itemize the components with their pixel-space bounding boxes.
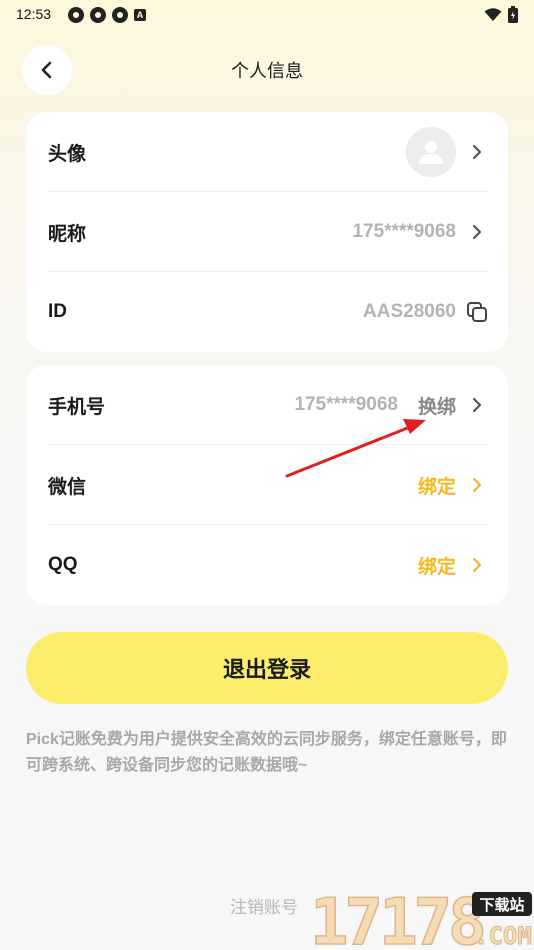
wechat-row[interactable]: 微信 绑定 [48,445,488,525]
profile-card: 头像 昵称 175****9068 ID AAS28060 [26,112,508,352]
phone-value: 175****9068 [294,394,398,415]
bind-wechat-button[interactable]: 绑定 [418,472,456,499]
copy-icon[interactable] [466,301,488,323]
cancel-account-link[interactable]: 注销账号 [230,893,298,918]
battery-icon [508,6,518,23]
status-notification-icons: A [68,7,146,23]
qq-row[interactable]: QQ 绑定 [48,525,488,605]
bind-qq-button[interactable]: 绑定 [418,552,456,579]
nickname-row[interactable]: 昵称 175****9068 [48,192,488,272]
watermark-tag: 下载站 [479,896,524,914]
avatar-label: 头像 [48,143,87,165]
user-icon [419,141,443,164]
watermark-number: 17178 [310,886,483,950]
notification-a-icon: A [134,9,146,21]
nickname-value: 175****9068 [352,221,456,242]
status-system-icons [484,6,518,23]
account-binding-card: 手机号 175****9068 换绑 微信 绑定 QQ 绑定 [26,365,508,605]
logout-button[interactable]: 退出登录 [26,632,508,704]
notification-app-icon [68,7,84,23]
avatar[interactable] [406,127,456,177]
qq-label: QQ [48,554,78,575]
chevron-right-icon [466,141,488,163]
status-bar: 12:53 A [0,0,534,30]
notification-app-icon [112,7,128,23]
notification-app-icon [90,7,106,23]
chevron-right-icon [466,221,488,243]
chevron-right-icon [466,394,488,416]
id-label: ID [48,301,67,322]
site-watermark-logo: 17178 下载站 .COM [309,885,532,950]
page-title: 个人信息 [231,61,303,81]
id-value: AAS28060 [363,301,456,322]
watermark-domain: .COM [474,922,532,950]
rebind-phone-button[interactable]: 换绑 [418,392,456,419]
avatar-row[interactable]: 头像 [48,112,488,192]
nickname-label: 昵称 [48,223,87,245]
phone-label: 手机号 [48,396,106,418]
phone-row[interactable]: 手机号 175****9068 换绑 [48,365,488,445]
chevron-right-icon [466,554,488,576]
sync-description-text: Pick记账免费为用户提供安全高效的云同步服务，绑定任意账号，即可跨系统、跨设备… [26,731,507,774]
wifi-icon [484,7,502,21]
id-row: ID AAS28060 [48,272,488,352]
wechat-label: 微信 [48,476,87,498]
status-time: 12:53 [16,6,52,22]
chevron-right-icon [466,474,488,496]
